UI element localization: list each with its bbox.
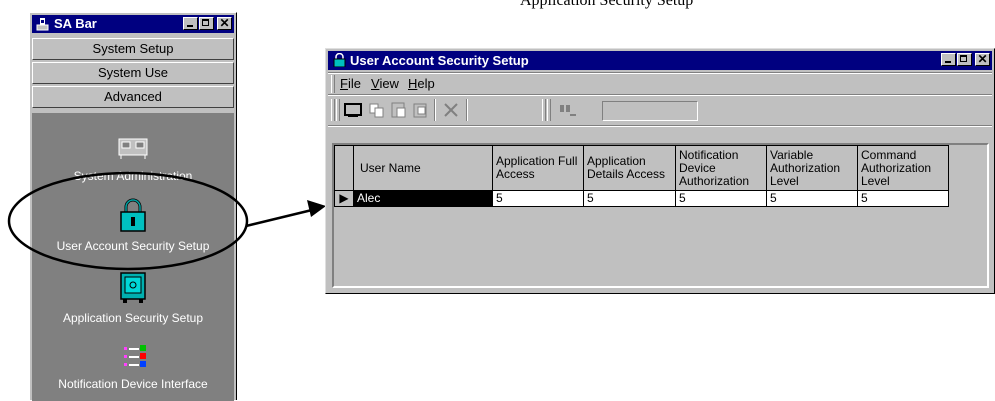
tool-label: System Administration xyxy=(73,169,193,183)
maximize-button[interactable] xyxy=(199,17,214,30)
menu-view[interactable]: View xyxy=(371,74,399,94)
find-icon[interactable] xyxy=(556,100,578,120)
table-cell[interactable]: 5 xyxy=(766,190,858,207)
tool-label: User Account Security Setup xyxy=(56,239,210,253)
tool-notification-device-interface[interactable]: Notification Device Interface xyxy=(32,343,234,391)
user-account-security-window: User Account Security Setup ✕ File View … xyxy=(325,48,995,294)
tool-user-account-security-setup[interactable]: User Account Security Setup xyxy=(32,197,234,253)
category-system-setup[interactable]: System Setup xyxy=(32,38,234,60)
toolbar-separator xyxy=(466,99,468,121)
figure-caption: Application Security Setup xyxy=(520,0,694,9)
column-header[interactable]: Application Full Access xyxy=(492,145,584,191)
delete-icon[interactable] xyxy=(440,100,462,120)
server-icon xyxy=(118,138,148,159)
toolbar-grip[interactable] xyxy=(542,99,546,121)
advanced-tools-panel: System Administration User Account Secur… xyxy=(32,113,234,401)
column-header[interactable]: Variable Authorization Level xyxy=(766,145,858,191)
window-title: User Account Security Setup xyxy=(350,53,529,68)
menu-help[interactable]: Help xyxy=(408,74,435,94)
category-system-use[interactable]: System Use xyxy=(32,62,234,84)
callout-arrow-line xyxy=(245,208,313,228)
sa-bar-title-bar[interactable]: SA Bar ✕ xyxy=(32,15,234,33)
table-cell[interactable]: 5 xyxy=(492,190,584,207)
padlock-app-icon xyxy=(333,53,346,67)
user-grid: User Name Application Full Access Applic… xyxy=(332,143,989,288)
minimize-button[interactable] xyxy=(183,17,198,30)
window-title-bar[interactable]: User Account Security Setup ✕ xyxy=(328,51,992,70)
paste-icon[interactable] xyxy=(388,100,410,120)
new-icon[interactable] xyxy=(342,100,364,120)
tool-system-administration[interactable]: System Administration xyxy=(32,135,234,183)
toolbar xyxy=(328,96,992,124)
menubar-grip[interactable] xyxy=(331,75,335,93)
user-name-cell[interactable]: Alec xyxy=(353,190,493,207)
user-table: User Name Application Full Access Applic… xyxy=(334,145,949,207)
row-selector-icon[interactable]: ▶ xyxy=(334,190,354,207)
device-list-icon xyxy=(124,345,146,367)
tool-label: Notification Device Interface xyxy=(58,377,208,391)
close-button[interactable]: ✕ xyxy=(975,52,990,66)
column-header[interactable]: Command Authorization Level xyxy=(857,145,949,191)
sa-bar-window: SA Bar ✕ System Setup System Use Advance… xyxy=(29,12,237,401)
padlock-icon xyxy=(120,198,146,232)
toolbar-separator xyxy=(434,99,436,121)
copy-icon[interactable] xyxy=(366,100,388,120)
safe-icon xyxy=(120,272,146,303)
toolbar-grip[interactable] xyxy=(331,99,335,121)
table-cell[interactable]: 5 xyxy=(675,190,767,207)
column-header[interactable]: Notification Device Authorization xyxy=(675,145,767,191)
menu-bar: File View Help xyxy=(328,74,992,94)
minimize-button[interactable] xyxy=(941,53,956,66)
tool-application-security-setup[interactable]: Application Security Setup xyxy=(32,271,234,325)
maximize-button[interactable] xyxy=(957,53,972,66)
column-header[interactable]: Application Details Access xyxy=(583,145,676,191)
category-advanced[interactable]: Advanced xyxy=(32,86,234,108)
table-cell[interactable]: 5 xyxy=(583,190,676,207)
find-field[interactable] xyxy=(602,101,698,121)
properties-icon[interactable] xyxy=(410,100,432,120)
close-button[interactable]: ✕ xyxy=(217,16,232,30)
table-cell[interactable]: 5 xyxy=(857,190,949,207)
sa-bar-title: SA Bar xyxy=(54,16,97,31)
header-row: User Name Application Full Access Applic… xyxy=(334,145,949,191)
corner-cell[interactable] xyxy=(334,145,354,191)
column-header[interactable]: User Name xyxy=(353,145,493,191)
menu-file[interactable]: File xyxy=(340,74,361,94)
table-row[interactable]: ▶ Alec 5 5 5 5 5 xyxy=(334,190,949,207)
tool-label: Application Security Setup xyxy=(62,311,204,325)
callout-arrow-head xyxy=(307,200,326,217)
sa-bar-app-icon xyxy=(36,18,49,31)
